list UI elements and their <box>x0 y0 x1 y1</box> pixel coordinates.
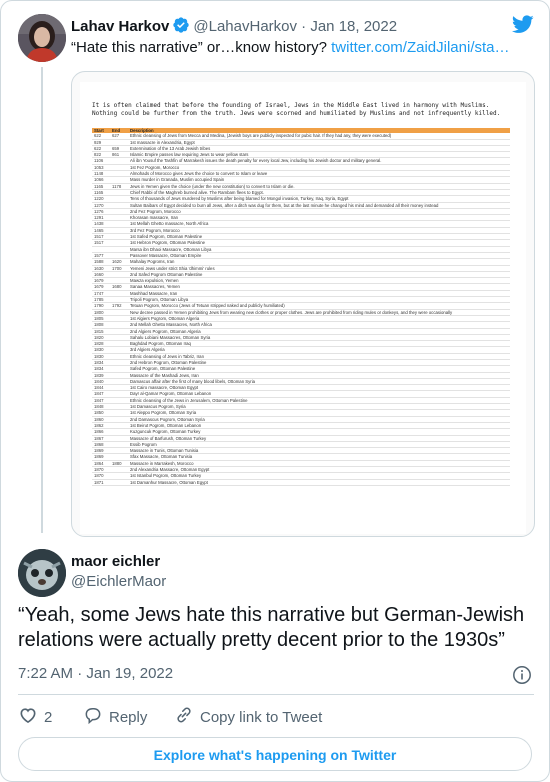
event-description: 1st Damanhur Massacre, Ottoman Egypt <box>128 479 510 486</box>
like-count: 2 <box>44 708 53 726</box>
avatar[interactable] <box>18 14 66 62</box>
tweet-text: “Yeah, some Jews hate this narrative but… <box>18 604 525 651</box>
divider <box>18 694 534 695</box>
tweet-text-body: “Hate this narrative” or…know history? <box>71 39 327 56</box>
tweet-timestamp[interactable]: 7:22 AM · Jan 19, 2022 <box>18 665 173 682</box>
tweet-link[interactable]: twitter.com/ZaidJilani/sta… <box>331 39 509 56</box>
author-handle[interactable]: @LahavHarkov <box>193 18 297 35</box>
author-name[interactable]: maor eichler <box>71 553 160 570</box>
reply-icon <box>83 705 103 729</box>
copy-link-button[interactable]: Copy link to Tweet <box>174 705 322 729</box>
tweet-card: Lahav Harkov @LahavHarkov · Jan 18, 2022 … <box>0 0 550 782</box>
like-button[interactable]: 2 <box>18 705 52 729</box>
table-body: 622 627 Ethnic cleansing of Jews from Mecc… <box>92 133 510 486</box>
table-row: 1871 1st Damanhur Massacre, Ottoman Egypt <box>92 479 510 486</box>
end-year <box>110 479 128 486</box>
verified-badge-icon <box>172 16 190 38</box>
info-icon[interactable] <box>512 665 532 690</box>
explore-button[interactable]: Explore what's happening on Twitter <box>18 737 532 771</box>
tweet-header: Lahav Harkov @LahavHarkov · Jan 18, 2022 <box>71 16 397 38</box>
tweet-text: “Hate this narrative” or…know history? t… <box>71 39 510 56</box>
events-table: Start End Description 622 627 Ethnic clean… <box>92 128 510 486</box>
heart-icon <box>18 705 38 729</box>
start-year: 1871 <box>92 479 110 486</box>
copy-link-label: Copy link to Tweet <box>200 708 323 726</box>
reply-button[interactable]: Reply <box>83 705 147 729</box>
avatar[interactable] <box>18 549 66 597</box>
document-screenshot: It is often claimed that before the foun… <box>80 82 526 534</box>
author-name[interactable]: Lahav Harkov <box>71 18 169 35</box>
tweet-date[interactable]: Jan 18, 2022 <box>310 18 397 35</box>
table-row: 1800 New decree passed in Yemen prohibiti… <box>92 309 510 316</box>
reply-label: Reply <box>109 708 148 726</box>
twitter-bird-icon[interactable] <box>511 15 534 39</box>
link-icon <box>174 705 194 729</box>
thread-line <box>41 67 43 533</box>
tweet-image[interactable]: It is often claimed that before the foun… <box>71 71 535 537</box>
quoted-tweet[interactable]: Lahav Harkov @LahavHarkov · Jan 18, 2022 … <box>1 1 549 541</box>
document-intro: It is often claimed that before the foun… <box>92 102 501 117</box>
author-handle[interactable]: @EichlerMaor <box>71 573 166 590</box>
